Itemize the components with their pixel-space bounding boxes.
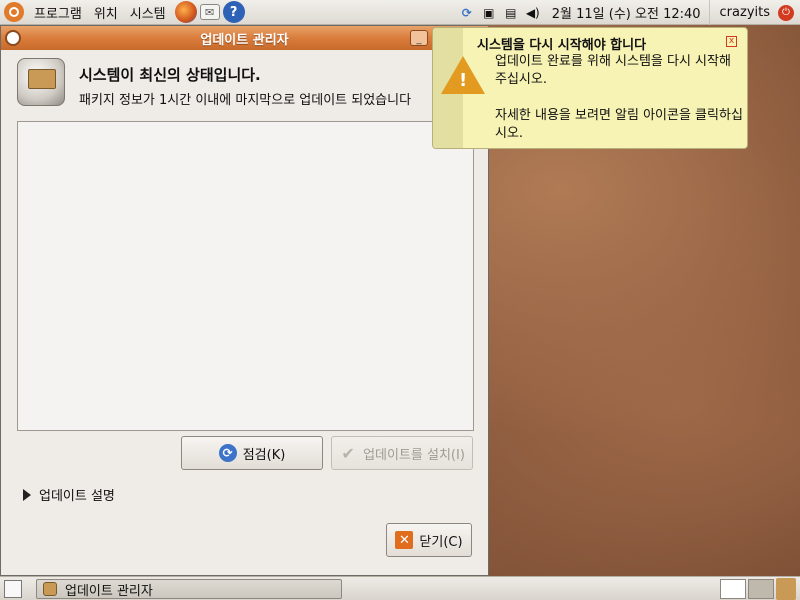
volume-icon[interactable]: ◀) (524, 4, 542, 22)
taskbar-item-label: 업데이트 관리자 (65, 583, 153, 599)
status-subtitle: 패키지 정보가 1시간 이내에 마지막으로 업데이트 되었습니다 (79, 93, 412, 108)
notification-body-line1: 업데이트 완료를 위해 시스템을 다시 시작해 주십시오. (495, 54, 731, 87)
bottom-panel: 업데이트 관리자 (0, 576, 800, 600)
restart-notification[interactable]: ! 시스템을 다시 시작해야 합니다 x 업데이트 완료를 위해 시스템을 다시… (432, 27, 748, 149)
check-button-label: 점검(K) (242, 447, 286, 463)
mail-icon[interactable]: ✉ (199, 4, 220, 20)
menu-places[interactable]: 위치 (88, 0, 124, 25)
menu-applications[interactable]: 프로그램 (28, 0, 88, 25)
trash-icon[interactable] (776, 578, 796, 600)
notification-close-icon[interactable]: x (726, 36, 737, 47)
warning-mark: ! (459, 70, 468, 91)
firefox-icon[interactable] (174, 1, 197, 23)
user-name[interactable]: crazyits (708, 0, 774, 25)
show-desktop-icon[interactable] (4, 580, 22, 598)
printer-icon[interactable]: ▤ (502, 4, 520, 22)
taskbar-item-update-manager[interactable]: 업데이트 관리자 (36, 579, 342, 599)
notification-body: 업데이트 완료를 위해 시스템을 다시 시작해 주십시오. 자세한 내용을 보려… (495, 53, 743, 161)
close-button[interactable]: ✕ 닫기(C) (386, 523, 472, 557)
power-icon[interactable]: ⏻ (778, 4, 794, 21)
update-manager-task-icon (43, 582, 57, 596)
menu-system[interactable]: 시스템 (124, 0, 172, 25)
notification-title: 시스템을 다시 시작해야 합니다 (477, 38, 647, 53)
notification-body-line2: 자세한 내용을 보려면 알림 아이콘을 클릭하십시오. (495, 108, 743, 141)
workspace-2[interactable] (748, 579, 774, 599)
expander-label: 업데이트 설명 (39, 489, 115, 504)
expander-arrow-icon (23, 488, 31, 501)
clock[interactable]: 2월 11일 (수) 오전 12:40 (544, 3, 709, 22)
top-panel: 프로그램 위치 시스템 ✉ ? ⟳ ▣ ▤ ◀) 2월 11일 (수) 오전 1… (0, 0, 800, 25)
system-tray: ⟳ ▣ ▤ ◀) 2월 11일 (수) 오전 12:40 crazyits ⏻ (456, 0, 800, 25)
network-icon[interactable]: ▣ (480, 4, 498, 22)
update-notifier-icon[interactable]: ⟳ (458, 4, 476, 22)
update-manager-icon (17, 58, 65, 106)
help-icon[interactable]: ? (222, 1, 245, 23)
install-updates-button[interactable]: ✔ 업데이트를 설치(I) (331, 436, 473, 470)
update-manager-window: 업데이트 관리자 _ 시스템이 최신의 상태입니다. 패키지 정보가 1시간 이… (0, 25, 489, 576)
install-button-label: 업데이트를 설치(I) (363, 447, 465, 463)
workspace-1[interactable] (720, 579, 746, 599)
updates-list[interactable] (17, 121, 474, 431)
close-button-label: 닫기(C) (419, 534, 463, 550)
checkmark-icon: ✔ (341, 443, 355, 463)
close-icon: ✕ (395, 531, 414, 549)
check-button[interactable]: ⟳ 점검(K) (181, 436, 323, 470)
status-title: 시스템이 최신의 상태입니다. (79, 66, 261, 84)
window-titlebar[interactable]: 업데이트 관리자 _ (1, 26, 488, 50)
minimize-button[interactable]: _ (410, 30, 428, 46)
ubuntu-logo-icon[interactable] (4, 2, 24, 22)
refresh-icon: ⟳ (218, 444, 237, 462)
update-description-expander[interactable]: 업데이트 설명 (23, 485, 115, 504)
